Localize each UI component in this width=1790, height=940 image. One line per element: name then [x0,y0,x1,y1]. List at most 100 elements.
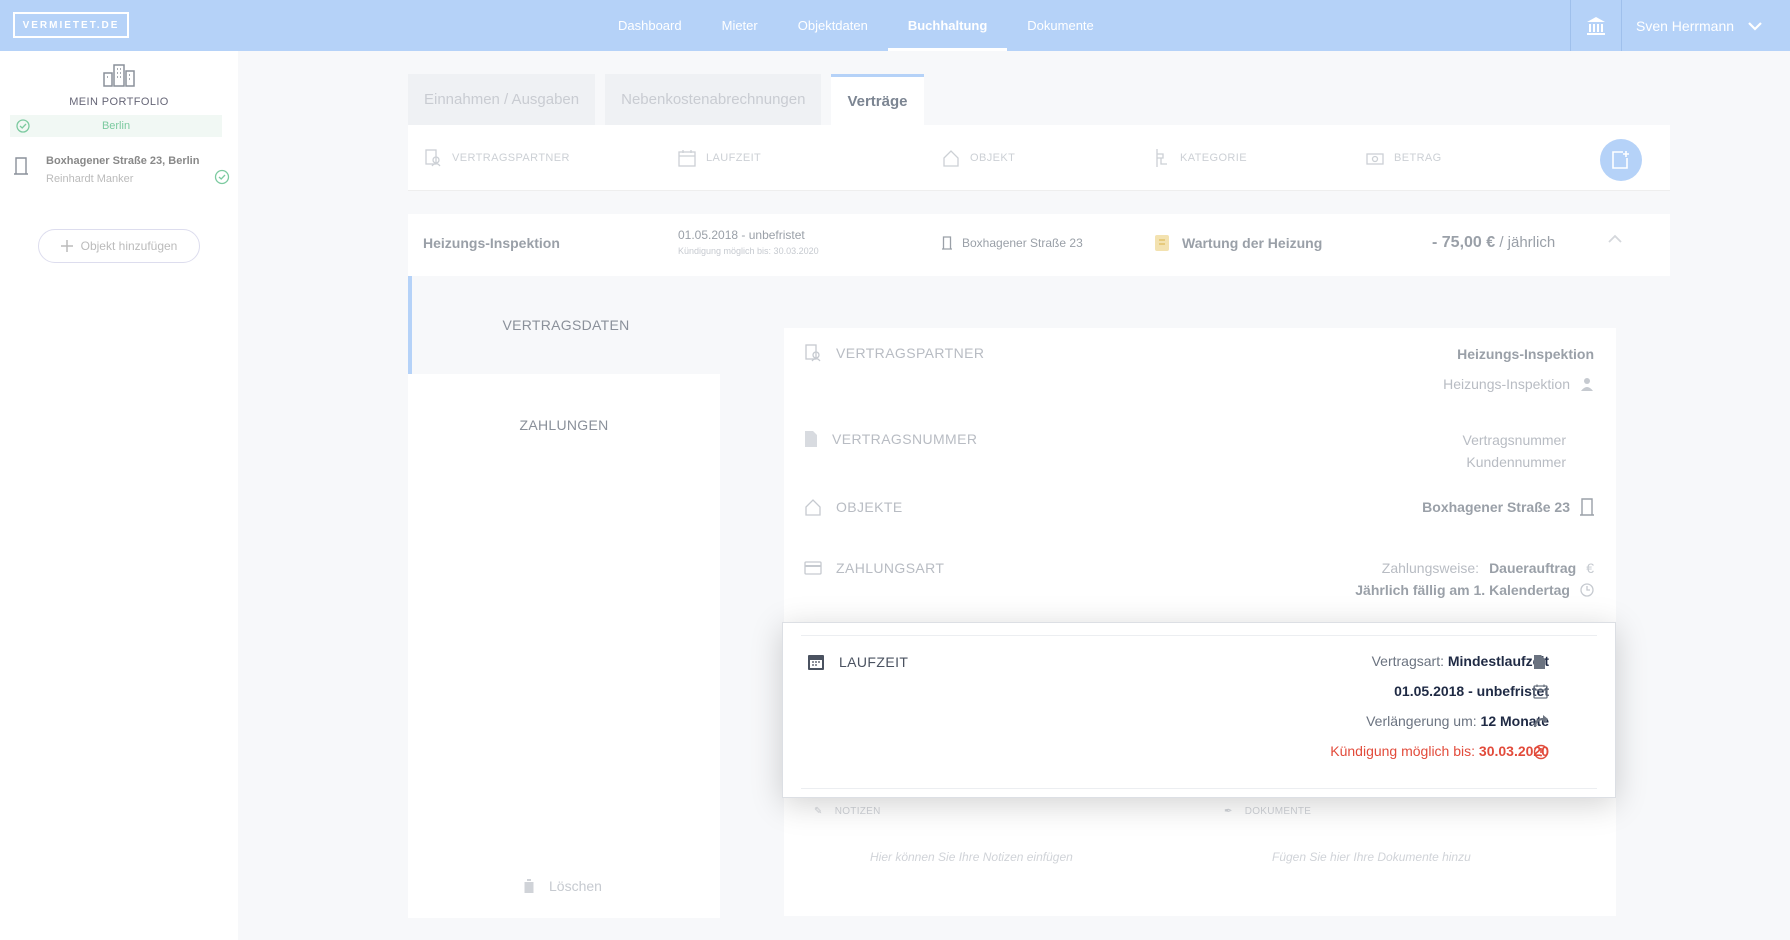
person-doc-icon [805,344,821,362]
notes-label: NOTIZEN [834,806,881,817]
delete-button[interactable]: Löschen [523,878,602,894]
vertragspartner-label: VERTRAGSPARTNER [836,345,985,361]
partner-name: Heizungs-Inspektion [1457,346,1594,362]
contract-name: Heizungs-Inspektion [423,235,560,251]
add-object-button[interactable]: Objekt hinzufügen [38,229,200,263]
city-label: Berlin [101,120,131,132]
nav-dokumente[interactable]: Dokumente [1007,0,1113,51]
tab-bar: Einnahmen / Ausgaben Nebenkostenabrechnu… [408,74,924,125]
col-objekt-label: OBJEKT [970,152,1016,164]
add-contract-button[interactable] [1600,139,1642,181]
laufzeit-label: LAUFZEIT [839,654,909,670]
pen-icon: ✒ [1224,806,1233,817]
contract-amount-value: - 75,00 € [1432,234,1496,251]
contract-category-label: Wartung der Heizung [1182,235,1323,251]
main-nav: Dashboard Mieter Objektdaten Buchhaltung… [598,0,1114,51]
nav-buchhaltung[interactable]: Buchhaltung [887,0,1008,51]
col-laufzeit[interactable]: LAUFZEIT [678,125,761,191]
col-betrag-label: BETRAG [1394,152,1442,164]
col-kategorie-label: KATEGORIE [1180,152,1247,164]
partner-sub: Heizungs-Inspektion [1443,376,1570,392]
chevron-down-icon [1748,21,1762,31]
nav-vertragsdaten[interactable]: VERTRAGSDATEN [408,276,720,374]
contract-row[interactable]: Heizungs-Inspektion 01.05.2018 - unbefri… [408,214,1670,276]
divider [801,635,1597,636]
calendar-icon [1533,684,1548,699]
nav-objektdaten[interactable]: Objektdaten [778,0,888,51]
top-bar: VERMIETET.DE Dashboard Mieter Objektdate… [0,0,1790,51]
person-doc-icon [425,149,441,167]
col-vertragspartner-label: VERTRAGSPARTNER [452,152,570,164]
verlaengerung-prefix: Verlängerung um: [1366,713,1477,729]
col-betrag[interactable]: BETRAG [1366,125,1442,191]
person-icon [1581,378,1593,391]
document-icon [805,431,817,447]
kuendigung-row: Kündigung möglich bis: 30.03.2020 [1330,743,1549,759]
documents-label: DOKUMENTE [1244,806,1312,817]
door-icon [1580,498,1594,516]
portfolio-label: MEIN PORTFOLIO [69,96,169,108]
euro-icon: € [1586,560,1594,576]
detail-nav: VERTRAGSDATEN ZAHLUNGEN Löschen [408,276,720,918]
calendar-icon [678,150,696,167]
tab-nebenkostenabrechnungen[interactable]: Nebenkostenabrechnungen [605,74,822,125]
vertragsnummer-label: VERTRAGSNUMMER [832,431,978,447]
city-row[interactable]: Berlin [10,115,222,137]
col-vertragspartner[interactable]: VERTRAGSPARTNER [424,125,570,191]
door-icon [942,236,952,250]
vertragsart-prefix: Vertragsart: [1371,653,1444,669]
partner-sub-row: Heizungs-Inspektion [1443,376,1594,392]
delete-label: Löschen [549,878,602,894]
section-zahlungsart-header: ZAHLUNGSART [804,560,944,576]
house-icon [943,150,959,167]
tab-einnahmen-ausgaben[interactable]: Einnahmen / Ausgaben [408,74,596,125]
column-header: VERTRAGSPARTNER LAUFZEIT OBJEKT KATEGORI… [408,125,1670,191]
warning-icon [1533,744,1549,760]
laufzeit-card: LAUFZEIT Vertragsart: Mindestlaufzeit 01… [782,622,1616,798]
zahlungsweise-row: Zahlungsweise: Dauerauftrag € [1382,560,1594,576]
contract-dates: 01.05.2018 - unbefristet [678,228,805,242]
zahlungsart-label: ZAHLUNGSART [836,560,945,576]
nav-zahlungen[interactable]: ZAHLUNGEN [408,376,720,474]
notes-icon: ✎ [814,806,823,817]
user-name: Sven Herrmann [1636,17,1735,34]
divider [801,788,1597,789]
add-document-icon [1612,151,1629,169]
property-address: Boxhagener Straße 23, Berlin [46,155,200,167]
property-item[interactable]: Boxhagener Straße 23, Berlin Reinhardt M… [10,155,234,195]
notes-placeholder[interactable]: Hier können Sie Ihre Notizen einfügen [870,850,1073,864]
bank-icon [1587,16,1605,35]
contract-object-label: Boxhagener Straße 23 [962,236,1083,250]
section-vertragsnummer-header: VERTRAGSNUMMER [804,430,977,448]
calendar-icon [808,655,824,670]
kundennummer-value[interactable]: Kundennummer [1466,454,1566,470]
add-object-label: Objekt hinzufügen [80,239,178,253]
verlaengerung-row: Verlängerung um: 12 Monate [1366,713,1549,729]
nav-mieter[interactable]: Mieter [702,0,778,51]
col-objekt[interactable]: OBJEKT [942,125,1015,191]
col-kategorie[interactable]: KATEGORIE [1154,125,1247,191]
vertragsnummer-line1: Vertragsnummer [1462,432,1566,448]
money-icon [1366,153,1384,165]
portfolio-header[interactable]: MEIN PORTFOLIO [0,63,238,108]
plus-icon [60,240,73,252]
house-icon [805,499,821,516]
user-menu[interactable]: Sven Herrmann [1636,0,1762,51]
period-value: 01.05.2018 - unbefristet [1394,683,1549,699]
renew-icon [1533,715,1548,728]
kundennummer-line2: Kundennummer [1466,454,1566,470]
tag-icon [1156,149,1167,167]
payment-due-row: Jährlich fällig am 1. Kalendertag [1355,582,1594,598]
nav-dashboard[interactable]: Dashboard [598,0,702,51]
payment-due: Jährlich fällig am 1. Kalendertag [1355,582,1570,598]
trash-icon [523,879,535,893]
logo[interactable]: VERMIETET.DE [13,12,129,38]
vertragsnummer-value[interactable]: Vertragsnummer [1463,432,1566,448]
col-laufzeit-label: LAUFZEIT [706,152,762,164]
notes-header: ✎ NOTIZEN [814,806,881,817]
bank-button[interactable] [1570,0,1622,51]
tab-vertraege[interactable]: Verträge [831,74,924,125]
chevron-up-icon[interactable] [1608,234,1622,244]
contract-amount: - 75,00 € / jährlich [1432,234,1555,252]
documents-placeholder[interactable]: Fügen Sie hier Ihre Dokumente hinzu [1272,850,1471,864]
